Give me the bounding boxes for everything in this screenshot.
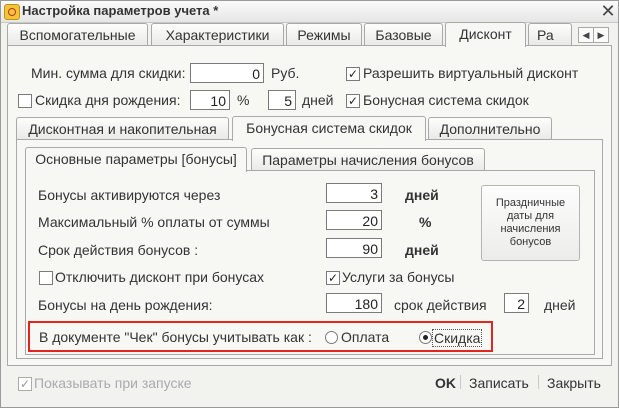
holiday-dates-button[interactable]: Праздничные даты для начисления бонусов bbox=[481, 185, 580, 261]
footer-separator bbox=[538, 375, 539, 389]
max-pay-label: Максимальный % оплаты от суммы bbox=[38, 214, 270, 230]
birthday-percent-input[interactable]: 10 bbox=[190, 90, 230, 110]
birthday-bonus-input[interactable]: 180 bbox=[326, 293, 382, 313]
currency-label: Руб. bbox=[271, 65, 300, 81]
tab-bonus-system[interactable]: Бонусная система скидок bbox=[232, 116, 426, 141]
allow-virtual-label: Разрешить виртуальный дисконт bbox=[363, 65, 579, 81]
footer-separator bbox=[460, 375, 461, 389]
tab-characteristics[interactable]: Характеристики bbox=[151, 23, 284, 46]
save-button[interactable]: Записать bbox=[469, 375, 529, 391]
close-icon[interactable]: ✕ bbox=[599, 2, 617, 20]
activate-label: Бонусы активируются через bbox=[38, 187, 221, 203]
validity-period-unit: дней bbox=[544, 297, 576, 313]
title-bar: Настройка параметров учета * ✕ bbox=[1, 1, 618, 23]
activate-unit: дней bbox=[405, 187, 439, 203]
validity-input[interactable]: 90 bbox=[326, 238, 382, 258]
services-label: Услуги за бонусы bbox=[342, 269, 455, 285]
tab-more[interactable]: Ра bbox=[528, 23, 572, 45]
birthday-discount-checkbox[interactable] bbox=[18, 94, 32, 108]
tab-additional[interactable]: Дополнительно bbox=[428, 117, 552, 140]
bonus-system-checkbox[interactable]: ✓ bbox=[346, 94, 360, 108]
min-sum-label: Мин. сумма для скидки: bbox=[31, 65, 186, 81]
show-on-start-checkbox[interactable]: ✓ bbox=[18, 377, 32, 391]
validity-unit: дней bbox=[405, 242, 439, 258]
days-label: дней bbox=[302, 92, 334, 108]
show-on-start-label: Показывать при запуске bbox=[34, 375, 192, 391]
percent-label: % bbox=[237, 92, 250, 108]
tab-scroll-right-icon[interactable]: ▶ bbox=[593, 27, 609, 43]
option-discount-radio[interactable] bbox=[419, 331, 432, 344]
tab-discount-cumulative[interactable]: Дисконтная и накопительная bbox=[16, 117, 229, 140]
min-sum-input[interactable]: 0 bbox=[190, 63, 264, 83]
allow-virtual-checkbox[interactable]: ✓ bbox=[346, 67, 360, 81]
validity-period-input[interactable]: 2 bbox=[504, 293, 529, 313]
tab-scroll-left-icon[interactable]: ◀ bbox=[578, 27, 594, 43]
disable-discount-checkbox[interactable] bbox=[39, 271, 53, 285]
option-discount-label: Скидка bbox=[432, 329, 483, 347]
max-pay-unit: % bbox=[419, 214, 432, 230]
tab-accrual-params[interactable]: Параметры начисления бонусов bbox=[251, 148, 485, 171]
bonus-system-label: Бонусная система скидок bbox=[363, 92, 529, 108]
birthday-days-input[interactable]: 5 bbox=[268, 90, 296, 110]
option-payment-radio[interactable] bbox=[325, 331, 338, 344]
window-title: Настройка параметров учета * bbox=[22, 3, 219, 18]
settings-window: Настройка параметров учета * ✕ Вспомогат… bbox=[0, 0, 619, 408]
app-icon bbox=[4, 4, 20, 20]
max-pay-input[interactable]: 20 bbox=[326, 210, 382, 230]
birthday-discount-label: Скидка дня рождения: bbox=[35, 92, 181, 108]
receipt-mode-label: В документе "Чек" бонусы учитывать как : bbox=[39, 329, 312, 345]
ok-button[interactable]: OK bbox=[435, 375, 456, 391]
tab-discount[interactable]: Дисконт bbox=[445, 22, 526, 47]
tab-auxiliary[interactable]: Вспомогательные bbox=[7, 23, 148, 46]
services-checkbox[interactable]: ✓ bbox=[326, 271, 340, 285]
activate-input[interactable]: 3 bbox=[326, 183, 382, 203]
tab-basic[interactable]: Базовые bbox=[364, 23, 443, 46]
option-payment-label: Оплата bbox=[341, 329, 390, 345]
disable-discount-label: Отключить дисконт при бонусах bbox=[55, 269, 264, 285]
birthday-bonus-label: Бонусы на день рождения: bbox=[38, 297, 213, 313]
tab-modes[interactable]: Режимы bbox=[286, 23, 362, 46]
close-button[interactable]: Закрыть bbox=[547, 375, 601, 391]
validity-period-label: срок действия bbox=[394, 297, 487, 313]
tab-main-params[interactable]: Основные параметры [бонусы] bbox=[25, 147, 247, 172]
validity-label: Срок действия бонусов : bbox=[38, 242, 199, 258]
